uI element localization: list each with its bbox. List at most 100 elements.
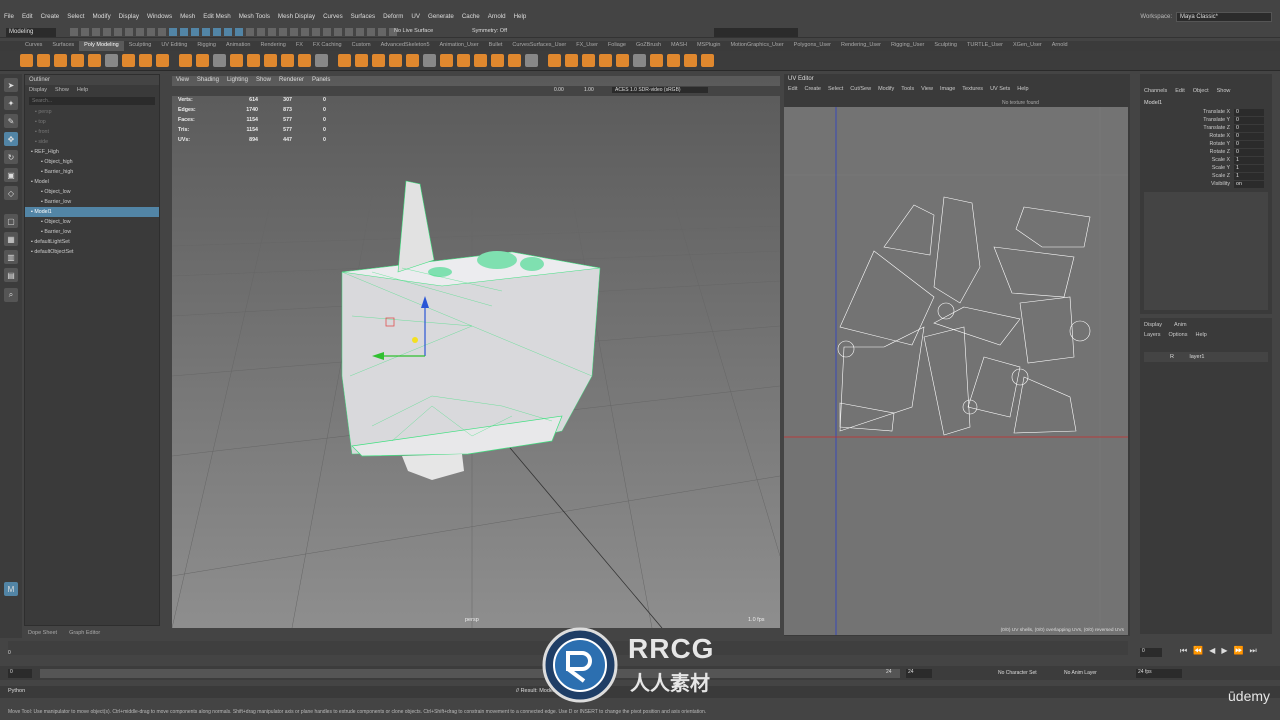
uv-menu-item-9[interactable]: UV Sets [990,86,1010,92]
menu-item-18[interactable]: Help [514,13,527,20]
layer-render-flag[interactable]: R [1170,354,1174,360]
channel-menu-item-1[interactable]: Edit [1175,88,1184,94]
shelf-tool-icon[interactable] [54,54,67,67]
shelf-tool-icon[interactable] [338,54,351,67]
move-tool-icon[interactable]: ✥ [4,132,18,146]
shelf-tab-1[interactable]: Surfaces [47,41,79,51]
range-bar[interactable] [40,669,900,678]
shelf-tool-icon[interactable] [548,54,561,67]
shelf-tab-13[interactable]: Bullet [484,41,508,51]
uv-menu-item-6[interactable]: View [921,86,933,92]
shelf-tool-icon[interactable] [88,54,101,67]
outliner-item-9[interactable]: ▪ Barrier_low [25,197,159,207]
shelf-tab-16[interactable]: Foliage [603,41,631,51]
status-tool-icon[interactable] [235,28,243,36]
shelf-tool-icon[interactable] [423,54,436,67]
anim-layer-label[interactable]: No Anim Layer [1064,670,1097,676]
shelf-tool-icon[interactable] [684,54,697,67]
channel-row[interactable]: Rotate Z 0 [1144,148,1264,156]
menu-item-0[interactable]: File [4,13,14,20]
select-tool-icon[interactable]: ➤ [4,78,18,92]
uv-menu-item-3[interactable]: Cut/Sew [850,86,871,92]
workspace-dropdown[interactable]: Maya Classic* [1176,12,1272,22]
status-tool-icon[interactable] [158,28,166,36]
status-tool-icon[interactable] [81,28,89,36]
last-tool-icon[interactable]: ◇ [4,186,18,200]
outliner-item-10[interactable]: ▪ Model1 [25,207,159,217]
shelf-tool-icon[interactable] [213,54,226,67]
layer-menu-item-0[interactable]: Layers [1144,332,1161,338]
status-tool-icon[interactable] [114,28,122,36]
menu-item-9[interactable]: Mesh Tools [239,13,270,20]
shelf-tab-9[interactable]: FX Caching [308,41,347,51]
shelf-tab-4[interactable]: UV Editing [156,41,192,51]
viewport-3d[interactable] [171,76,781,629]
status-tool-icon[interactable] [103,28,111,36]
shelf-tab-15[interactable]: FX_User [571,41,603,51]
shelf-tab-7[interactable]: Rendering [255,41,290,51]
outliner-menu-item-1[interactable]: Show [55,87,69,93]
input-line-field[interactable] [714,28,798,37]
channel-row[interactable]: Scale Z 1 [1144,172,1264,180]
channel-row[interactable]: Rotate X 0 [1144,132,1264,140]
shelf-tab-14[interactable]: CurvesSurfaces_User [507,41,571,51]
play-back-icon[interactable]: ◀ [1209,646,1215,656]
shelf-tab-18[interactable]: MASH [666,41,692,51]
status-tool-icon[interactable] [279,28,287,36]
shelf-tab-17[interactable]: GoZBrush [631,41,666,51]
status-tool-icon[interactable] [125,28,133,36]
shelf-tab-12[interactable]: Animation_User [435,41,484,51]
layer-tab-1[interactable]: Anim [1174,322,1187,328]
shelf-tool-icon[interactable] [491,54,504,67]
shelf-tab-0[interactable]: Curves [20,41,47,51]
viewport-menu-item-2[interactable]: Lighting [227,77,248,83]
outliner-item-2[interactable]: ▪ front [25,127,159,137]
outliner-item-13[interactable]: ▪ defaultLightSet [25,237,159,247]
shelf-tab-3[interactable]: Sculpting [124,41,157,51]
current-frame-field[interactable]: 0 [1140,648,1162,657]
shelf-tool-icon[interactable] [633,54,646,67]
menu-item-11[interactable]: Curves [323,13,343,20]
shelf-tool-icon[interactable] [616,54,629,67]
shelf-tab-20[interactable]: MotionGraphics_User [725,41,788,51]
model-rocks[interactable] [477,251,517,269]
outliner-item-1[interactable]: ▪ top [25,117,159,127]
go-end-icon[interactable]: ⏭ [1249,646,1256,656]
shelf-tool-icon[interactable] [71,54,84,67]
status-tool-icon[interactable] [213,28,221,36]
layer-name[interactable]: layer1 [1190,354,1205,360]
shelf-tab-26[interactable]: XGen_User [1008,41,1047,51]
layer-menu-item-2[interactable]: Help [1195,332,1206,338]
channel-value[interactable]: 0 [1234,108,1264,116]
shelf-tool-icon[interactable] [179,54,192,67]
outliner-item-14[interactable]: ▪ defaultObjectSet [25,247,159,257]
channel-menu-item-3[interactable]: Show [1217,88,1231,94]
menu-item-7[interactable]: Mesh [180,13,195,20]
shelf-tool-icon[interactable] [474,54,487,67]
shelf-tab-6[interactable]: Animation [221,41,255,51]
menu-item-5[interactable]: Display [119,13,139,20]
shelf-tab-5[interactable]: Rigging [192,41,221,51]
channel-row[interactable]: Translate Y 0 [1144,116,1264,124]
status-tool-icon[interactable] [312,28,320,36]
uv-menu-item-1[interactable]: Create [804,86,821,92]
layout-single-icon[interactable]: ▢ [4,214,18,228]
mode-dropdown[interactable]: Modeling [6,28,56,37]
menu-item-3[interactable]: Select [67,13,84,20]
step-back-icon[interactable]: ⏪ [1193,646,1203,656]
shelf-tool-icon[interactable] [298,54,311,67]
viewport-menu-item-4[interactable]: Renderer [279,77,304,83]
status-tool-icon[interactable] [334,28,342,36]
paint-select-icon[interactable]: ✎ [4,114,18,128]
uv-menu-item-0[interactable]: Edit [788,86,797,92]
menu-item-15[interactable]: Generate [428,13,454,20]
shelf-tool-icon[interactable] [315,54,328,67]
channel-value[interactable]: on [1234,180,1264,188]
viewport-menu-item-5[interactable]: Panels [312,77,330,83]
status-tool-icon[interactable] [180,28,188,36]
status-tool-icon[interactable] [268,28,276,36]
channel-value[interactable]: 1 [1234,172,1264,180]
uv-menu-item-2[interactable]: Select [828,86,843,92]
shelf-tool-icon[interactable] [139,54,152,67]
anim-end-field[interactable]: 24 [906,669,932,678]
